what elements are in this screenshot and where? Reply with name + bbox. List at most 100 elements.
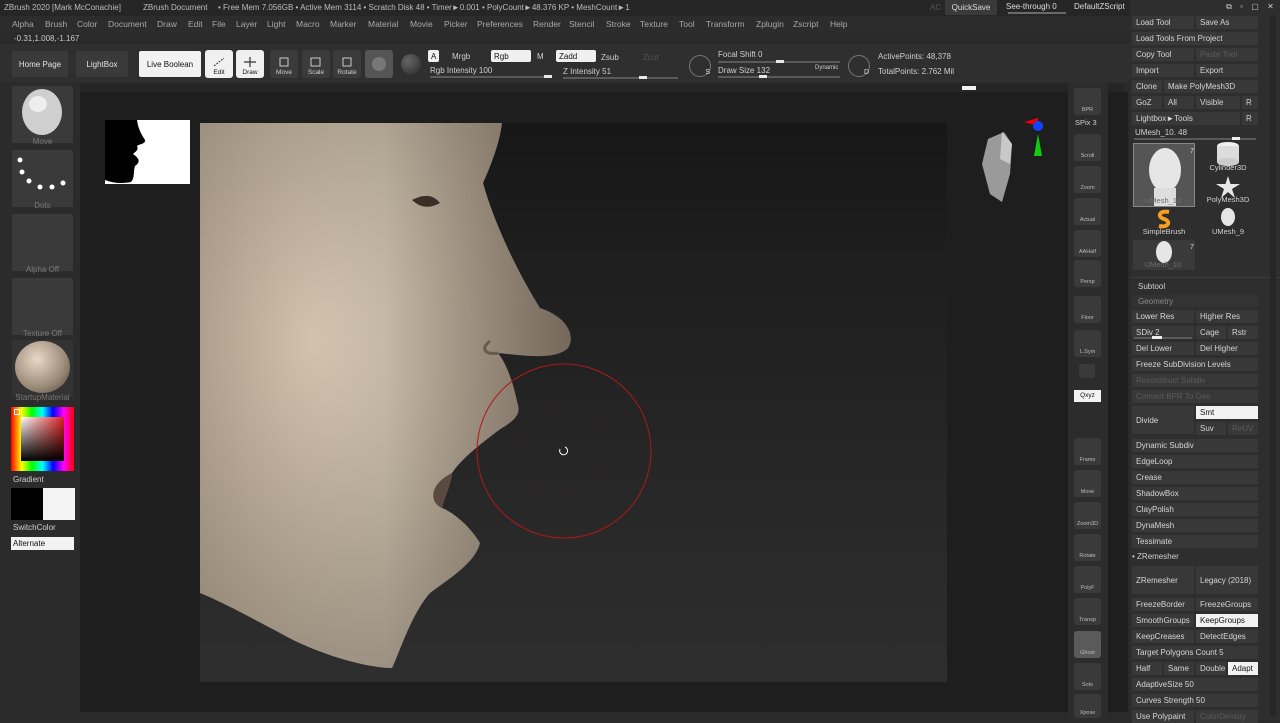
menu-zplugin[interactable]: Zplugin xyxy=(756,19,784,29)
zcut-toggle[interactable]: Zcut xyxy=(643,53,659,62)
menu-file[interactable]: File xyxy=(212,19,226,29)
save-as-button[interactable]: Save As xyxy=(1196,16,1258,29)
spix-slider[interactable]: SPix 3 xyxy=(1075,118,1097,127)
restore-icon[interactable]: ⧉ xyxy=(1226,2,1232,12)
goz-button[interactable]: GoZ xyxy=(1132,96,1162,109)
menu-picker[interactable]: Picker xyxy=(444,19,468,29)
material-thumbnail[interactable] xyxy=(12,340,73,397)
rgb-intensity-knob[interactable] xyxy=(544,75,552,78)
menu-alpha[interactable]: Alpha xyxy=(12,19,34,29)
shadowbox-button[interactable]: ShadowBox xyxy=(1132,487,1258,500)
menu-render[interactable]: Render xyxy=(533,19,561,29)
close-icon[interactable]: ✕ xyxy=(1267,2,1274,12)
scroll-button[interactable]: Scroll xyxy=(1074,134,1101,161)
del-higher-button[interactable]: Del Higher xyxy=(1196,342,1258,355)
curves-strength-slider[interactable]: Curves Strength 50 xyxy=(1132,694,1258,707)
rotate-view-button[interactable]: Rotate xyxy=(1074,534,1101,561)
freeze-groups-button[interactable]: FreezeGroups xyxy=(1196,598,1258,611)
z-intensity-slider[interactable]: Z Intensity 51 xyxy=(563,67,611,76)
see-through-slider[interactable]: See-through 0 xyxy=(1006,2,1057,11)
subtool-header[interactable]: Subtool xyxy=(1138,282,1165,291)
visible-button[interactable]: Visible xyxy=(1196,96,1240,109)
draw-size-knob[interactable] xyxy=(759,75,767,78)
rotate-mode-button[interactable]: Rotate xyxy=(333,50,361,78)
tray-scrollbar[interactable] xyxy=(1270,16,1276,716)
sdiv-knob[interactable] xyxy=(1152,336,1162,339)
current-tool-slider[interactable]: UMesh_10. 48 xyxy=(1135,128,1187,137)
live-boolean-button[interactable]: Live Boolean xyxy=(139,51,201,77)
lightbox-tools-button[interactable]: Lightbox►Tools xyxy=(1132,112,1240,125)
edgeloop-button[interactable]: EdgeLoop xyxy=(1132,455,1258,468)
zoom-button[interactable]: Zoom xyxy=(1074,166,1101,193)
zremesher-header[interactable]: • ZRemesher xyxy=(1132,552,1179,561)
menu-tool[interactable]: Tool xyxy=(679,19,695,29)
double-button[interactable]: Double xyxy=(1196,662,1226,675)
menu-light[interactable]: Light xyxy=(267,19,285,29)
a-toggle[interactable]: A xyxy=(428,50,440,62)
clone-button[interactable]: Clone xyxy=(1132,80,1162,93)
texture-sphere-icon[interactable] xyxy=(401,54,421,74)
rgb-intensity-track[interactable] xyxy=(430,76,552,78)
smt-toggle[interactable]: Smt xyxy=(1196,406,1258,419)
export-button[interactable]: Export xyxy=(1196,64,1258,77)
draw-size-slider[interactable]: Draw Size 132 xyxy=(718,66,770,75)
draw-size-track[interactable] xyxy=(718,76,840,78)
menu-layer[interactable]: Layer xyxy=(236,19,257,29)
menu-color[interactable]: Color xyxy=(77,19,97,29)
adapt-toggle[interactable]: Adapt xyxy=(1228,662,1258,675)
same-button[interactable]: Same xyxy=(1164,662,1194,675)
maximize-icon[interactable]: ▢ xyxy=(1251,2,1259,12)
cage-button[interactable]: Cage xyxy=(1196,326,1226,339)
m-toggle[interactable]: M xyxy=(537,52,544,61)
tessimate-button[interactable]: Tessimate xyxy=(1132,535,1258,548)
frame-button[interactable]: Frame xyxy=(1074,438,1101,465)
geometry-header[interactable]: Geometry xyxy=(1138,297,1173,306)
suv-toggle[interactable]: Suv xyxy=(1196,422,1226,435)
del-lower-button[interactable]: Del Lower xyxy=(1132,342,1194,355)
dynamesh-button[interactable]: DynaMesh xyxy=(1132,519,1258,532)
switch-color-button[interactable]: SwitchColor xyxy=(13,523,56,532)
z-intensity-knob[interactable] xyxy=(639,76,647,79)
brush-thumbnail[interactable] xyxy=(12,86,73,143)
menu-transform[interactable]: Transform xyxy=(706,19,744,29)
see-through-track[interactable] xyxy=(1008,12,1066,14)
crease-button[interactable]: Crease xyxy=(1132,471,1258,484)
alternate-button[interactable]: Alternate xyxy=(11,537,74,550)
reconstruct-subdiv-button[interactable]: Reconstruct Subdiv xyxy=(1132,374,1258,387)
zscript-label[interactable]: DefaultZScript xyxy=(1074,2,1125,11)
keep-creases-button[interactable]: KeepCreases xyxy=(1132,630,1194,643)
focal-shift-knob[interactable] xyxy=(776,60,784,63)
actual-button[interactable]: Actual xyxy=(1074,198,1101,225)
all-button[interactable]: All xyxy=(1164,96,1194,109)
menu-document[interactable]: Document xyxy=(108,19,147,29)
cylinder-name[interactable]: Cylinder3D xyxy=(1198,163,1258,172)
menu-texture[interactable]: Texture xyxy=(640,19,668,29)
freeze-subdiv-button[interactable]: Freeze SubDivision Levels xyxy=(1132,358,1258,371)
texture-thumbnail[interactable] xyxy=(12,278,73,335)
menu-marker[interactable]: Marker xyxy=(330,19,356,29)
color-picker[interactable] xyxy=(11,407,74,471)
divide-button[interactable]: Divide xyxy=(1132,406,1194,434)
dynamic-subdiv-button[interactable]: Dynamic Subdiv xyxy=(1132,439,1258,452)
menu-stencil[interactable]: Stencil xyxy=(569,19,595,29)
rstr-button[interactable]: Rstr xyxy=(1228,326,1258,339)
half-button[interactable]: Half xyxy=(1132,662,1162,675)
r2-button[interactable]: R xyxy=(1242,112,1258,125)
import-button[interactable]: Import xyxy=(1132,64,1194,77)
adaptive-size-slider[interactable]: AdaptiveSize 50 xyxy=(1132,678,1258,691)
dynamesh-d-icon[interactable]: D xyxy=(848,55,870,77)
bpr-button[interactable]: BPR xyxy=(1074,88,1101,115)
paste-tool-button[interactable]: Paste Tool xyxy=(1196,48,1258,61)
rgb-toggle[interactable]: Rgb xyxy=(491,50,531,62)
gradient-label[interactable]: Gradient xyxy=(13,475,44,484)
target-polygons-slider[interactable]: Target Polygons Count 5 xyxy=(1132,646,1258,659)
draw-mode-button[interactable]: Draw xyxy=(236,50,264,78)
menu-draw[interactable]: Draw xyxy=(157,19,177,29)
color-square[interactable] xyxy=(21,417,64,461)
move-mode-button[interactable]: Move xyxy=(270,50,298,78)
keep-groups-toggle[interactable]: KeepGroups xyxy=(1196,614,1258,627)
r-button[interactable]: R xyxy=(1242,96,1258,109)
polyf-button[interactable]: PolyF xyxy=(1074,566,1101,593)
reuv-button[interactable]: ReUV xyxy=(1228,422,1258,435)
z-intensity-track[interactable] xyxy=(563,77,678,79)
